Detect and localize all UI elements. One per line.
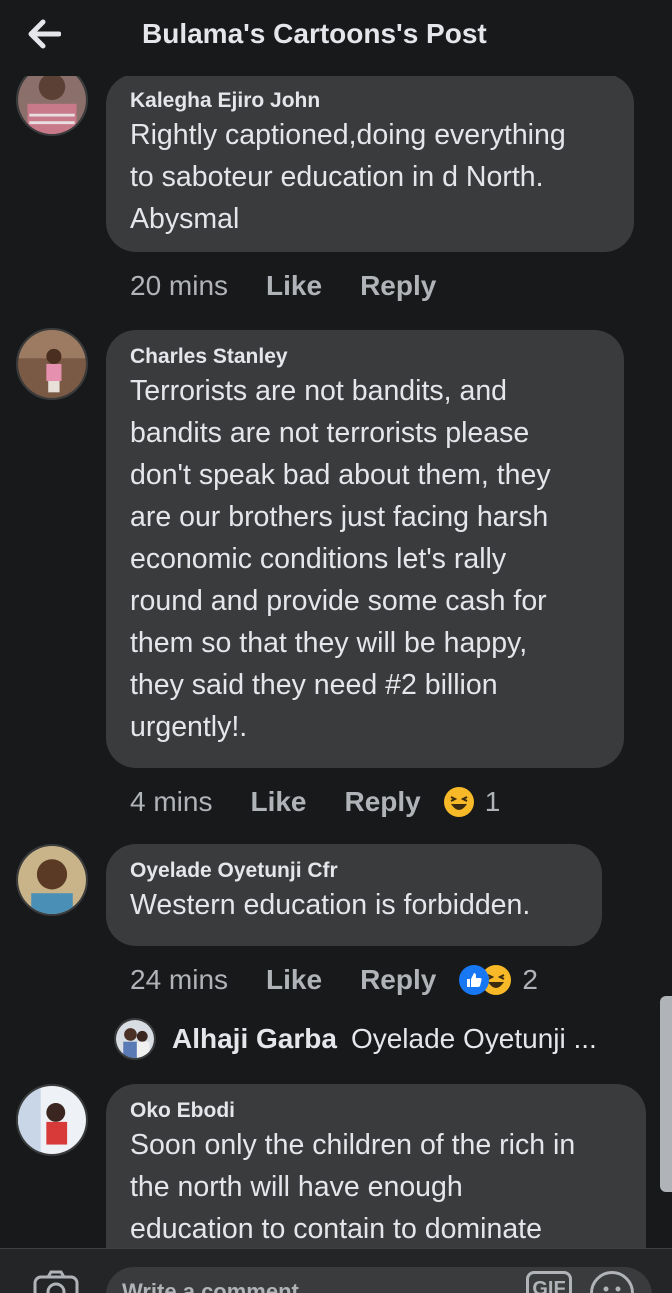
reply-text: Oyelade Oyetunji ...: [350, 1023, 597, 1054]
comment-meta: 4 mins Like Reply 1: [130, 782, 500, 822]
avatar-oyelade[interactable]: [16, 844, 88, 916]
comment-text: Western education is forbidden.: [130, 889, 531, 921]
reply-button[interactable]: Reply: [360, 270, 436, 302]
emoji-button[interactable]: [590, 1271, 634, 1293]
comment-text: Terrorists are not bandits, and bandits …: [130, 375, 551, 743]
reply-button[interactable]: Reply: [360, 964, 436, 996]
page-title: Bulama's Cartoons's Post: [142, 18, 487, 49]
comment-text: Rightly captioned,doing everything to sa…: [130, 119, 566, 235]
reaction-summary[interactable]: 1: [443, 786, 501, 818]
camera-icon[interactable]: [32, 1269, 80, 1293]
comment-input[interactable]: Write a comment... GIF: [106, 1267, 652, 1293]
reply-button[interactable]: Reply: [345, 786, 421, 818]
smiley-icon: [603, 1286, 621, 1292]
gif-button[interactable]: GIF: [526, 1271, 572, 1293]
comment-author[interactable]: Kalegha Ejiro John: [130, 88, 610, 114]
comment-bubble: Kalegha Ejiro John Rightly captioned,doi…: [106, 74, 634, 252]
avatar-alhaji: [114, 1018, 156, 1060]
comment-meta: 24 mins Like Reply 2: [130, 960, 538, 1000]
like-button[interactable]: Like: [266, 270, 322, 302]
back-arrow-icon: [28, 19, 61, 49]
comment-author[interactable]: Oyelade Oyetunji Cfr: [130, 858, 578, 884]
scrollbar-thumb[interactable]: [660, 996, 672, 1192]
reaction-count: 1: [484, 786, 501, 817]
haha-icon: [443, 787, 474, 817]
comment-bubble: Charles Stanley Terrorists are not bandi…: [106, 330, 624, 768]
like-button[interactable]: Like: [266, 964, 322, 996]
reply-author[interactable]: Alhaji Garba: [172, 1023, 337, 1055]
gif-label: GIF: [532, 1278, 566, 1293]
comment-author[interactable]: Charles Stanley: [130, 344, 600, 370]
comment-text: Soon only the children of the rich in th…: [130, 1129, 576, 1245]
comment-feed: Kalegha Ejiro John Rightly captioned,doi…: [0, 0, 672, 1293]
like-icon: [459, 965, 490, 995]
comment-time: 20 mins: [130, 270, 229, 301]
reaction-count: 2: [522, 964, 538, 995]
reply-preview[interactable]: Alhaji Garba Oyelade Oyetunji ...: [114, 1016, 597, 1062]
back-button[interactable]: [22, 14, 66, 54]
comment-input-placeholder: Write a comment...: [122, 1279, 318, 1293]
comment-bubble: Oyelade Oyetunji Cfr Western education i…: [106, 844, 602, 946]
reaction-summary[interactable]: 2: [458, 964, 538, 996]
like-button[interactable]: Like: [250, 786, 306, 818]
avatar-charles[interactable]: [16, 328, 88, 400]
comment-author[interactable]: Oko Ebodi: [130, 1098, 622, 1124]
comment-meta: 20 mins Like Reply: [130, 266, 474, 306]
comment-composer: Write a comment... GIF: [0, 1248, 672, 1293]
comment-time: 24 mins: [130, 964, 229, 995]
comment-time: 4 mins: [130, 786, 213, 817]
avatar-oko[interactable]: [16, 1084, 88, 1156]
post-header: Bulama's Cartoons's Post: [0, 0, 672, 76]
